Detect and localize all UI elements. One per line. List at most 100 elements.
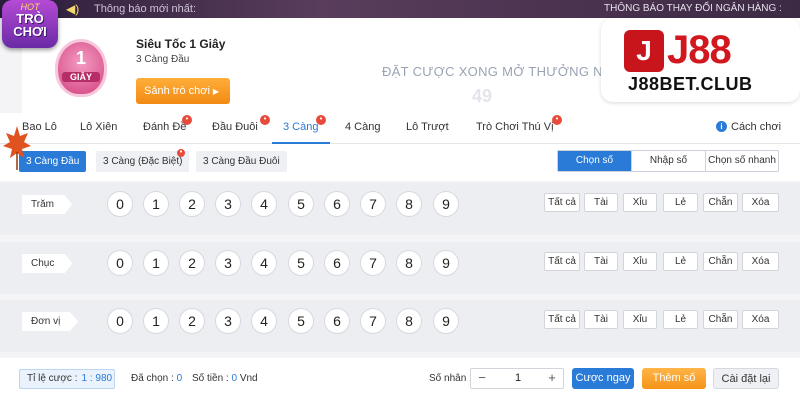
digit-ball-7[interactable]: 7 <box>360 250 386 276</box>
chosen-count: Đã chọn : 0 <box>131 373 183 384</box>
input-mode-group: Chọn số Nhập số Chọn số nhanh <box>557 150 779 172</box>
digit-ball-1[interactable]: 1 <box>143 191 169 217</box>
quick-even-button[interactable]: Chẵn <box>703 310 738 329</box>
digit-ball-1[interactable]: 1 <box>143 250 169 276</box>
tab-dau-duoi[interactable]: Đầu Đuôi <box>212 121 258 133</box>
digit-ball-3[interactable]: 3 <box>215 250 241 276</box>
quick-odd-button[interactable]: Lẻ <box>663 252 698 271</box>
how-to-play-link[interactable]: i Cách chơi <box>716 121 781 133</box>
hot-badge-icon: • <box>552 115 562 125</box>
quick-big-button[interactable]: Tài <box>584 252 618 271</box>
subtab-3-cang-dau-duoi[interactable]: 3 Càng Đầu Đuôi <box>196 151 287 172</box>
digit-ball-2[interactable]: 2 <box>179 308 205 334</box>
quick-small-button[interactable]: Xỉu <box>623 252 657 271</box>
digit-ball-5[interactable]: 5 <box>288 308 314 334</box>
quick-even-button[interactable]: Chẵn <box>703 193 738 212</box>
digit-ball-9[interactable]: 9 <box>433 191 459 217</box>
row-label: Đơn vị <box>22 312 79 331</box>
speaker-icon: ◀) <box>66 2 80 16</box>
digit-ball-9[interactable]: 9 <box>433 250 459 276</box>
game-subtitle: 3 Càng Đầu <box>136 54 190 65</box>
tab-lo-truot[interactable]: Lô Trượt <box>406 121 449 133</box>
reset-button[interactable]: Cài đặt lại <box>713 368 779 389</box>
digit-ball-0[interactable]: 0 <box>107 191 133 217</box>
lobby-button[interactable]: Sảnh trò chơi ▶ <box>136 78 230 104</box>
quick-big-button[interactable]: Tài <box>584 193 618 212</box>
multiplier-label: Số nhân : <box>429 373 472 384</box>
multiplier-stepper: − 1 + <box>470 368 564 389</box>
digit-ball-3[interactable]: 3 <box>215 191 241 217</box>
total-amount: Số tiền : 0 Vnd <box>192 373 258 384</box>
mode-nhap-so[interactable]: Nhập số <box>632 151 706 171</box>
quick-all-button[interactable]: Tất cả <box>544 310 580 329</box>
quick-all-button[interactable]: Tất cả <box>544 252 580 271</box>
digit-ball-3[interactable]: 3 <box>215 308 241 334</box>
digit-ball-8[interactable]: 8 <box>396 250 422 276</box>
digit-ball-0[interactable]: 0 <box>107 250 133 276</box>
digit-ball-7[interactable]: 7 <box>360 191 386 217</box>
banner-number: 49 <box>472 86 493 106</box>
hot-games-logo[interactable]: HOT TRÒ CHƠI <box>2 0 58 48</box>
hot-badge-icon: • <box>316 115 326 125</box>
quick-even-button[interactable]: Chẵn <box>703 252 738 271</box>
bet-footer: Tỉ lệ cược :1 : 980 Đã chọn : 0 Số tiền … <box>0 358 800 400</box>
digit-ball-8[interactable]: 8 <box>396 308 422 334</box>
digit-ball-2[interactable]: 2 <box>179 191 205 217</box>
digit-ball-7[interactable]: 7 <box>360 308 386 334</box>
tab-4-cang[interactable]: 4 Càng <box>345 121 380 133</box>
bet-type-tabs: Bao Lô Lô Xiên Đánh Đề • Đầu Đuôi • 3 Cà… <box>0 113 800 144</box>
hot-badge-icon: • <box>177 149 185 157</box>
hot-badge-icon: • <box>182 115 192 125</box>
digit-ball-1[interactable]: 1 <box>143 308 169 334</box>
quick-odd-button[interactable]: Lẻ <box>663 310 698 329</box>
mode-chon-so[interactable]: Chọn số <box>558 151 632 171</box>
digit-ball-0[interactable]: 0 <box>107 308 133 334</box>
quick-clear-button[interactable]: Xóa <box>742 193 779 212</box>
row-label: Trăm <box>22 195 72 214</box>
quick-odd-button[interactable]: Lẻ <box>663 193 698 212</box>
digit-ball-5[interactable]: 5 <box>288 191 314 217</box>
digit-ball-4[interactable]: 4 <box>251 250 277 276</box>
mode-chon-so-nhanh[interactable]: Chọn số nhanh <box>706 151 778 171</box>
quick-big-button[interactable]: Tài <box>584 310 618 329</box>
row-label: Chục <box>22 254 73 273</box>
quick-all-button[interactable]: Tất cả <box>544 193 580 212</box>
digit-ball-4[interactable]: 4 <box>251 308 277 334</box>
quick-small-button[interactable]: Xỉu <box>623 310 657 329</box>
increment-button[interactable]: + <box>541 369 563 388</box>
tab-danh-de[interactable]: Đánh Đề <box>143 121 186 133</box>
notice-marquee[interactable]: THÔNG BÁO THAY ĐỔI NGÂN HÀNG : Xi <box>604 3 800 14</box>
digit-ball-5[interactable]: 5 <box>288 250 314 276</box>
hot-badge-icon: • <box>260 115 270 125</box>
row-tens: Chục 0 1 2 3 4 5 6 7 8 9 Tất cả Tài Xỉu Lẻ Chẵn Xóa <box>0 242 800 294</box>
game-title: Siêu Tốc 1 Giây <box>136 37 226 51</box>
row-units: Đơn vị 0 1 2 3 4 5 6 7 8 9 Tất cả Tài Xỉu Lẻ Chẵn Xóa <box>0 300 800 352</box>
multiplier-input[interactable]: 1 <box>493 369 543 388</box>
digit-ball-6[interactable]: 6 <box>324 308 350 334</box>
digit-ball-9[interactable]: 9 <box>433 308 459 334</box>
game-badge: 1 GIÂY <box>58 42 104 94</box>
tab-lo-xien[interactable]: Lô Xiên <box>80 121 117 133</box>
play-arrow-icon: ▶ <box>212 87 220 96</box>
decrement-button[interactable]: − <box>471 369 493 388</box>
odds-box: Tỉ lệ cược :1 : 980 <box>19 369 115 389</box>
bet-now-button[interactable]: Cược ngay <box>572 368 634 389</box>
quick-clear-button[interactable]: Xóa <box>742 310 779 329</box>
tab-tro-choi-thu-vi[interactable]: Trò Chơi Thú Vị <box>476 121 554 133</box>
subtab-3-cang-dac-biet[interactable]: 3 Càng (Đặc Biệt) <box>96 151 190 172</box>
digit-ball-6[interactable]: 6 <box>324 250 350 276</box>
row-hundreds: Trăm 0 1 2 3 4 5 6 7 8 9 Tất cả Tài Xỉu Lẻ Chẵn Xóa <box>0 183 800 235</box>
sub-bet-bar: 3 Càng Đầu 3 Càng (Đặc Biệt) • 3 Càng Đầ… <box>0 144 800 181</box>
quick-small-button[interactable]: Xỉu <box>623 193 657 212</box>
digit-ball-6[interactable]: 6 <box>324 191 350 217</box>
digit-ball-4[interactable]: 4 <box>251 191 277 217</box>
tab-3-cang[interactable]: 3 Càng <box>283 121 318 133</box>
info-icon: i <box>716 121 727 132</box>
notice-bar: ◀) Thông báo mới nhất: THÔNG BÁO THAY ĐỔ… <box>0 0 800 18</box>
add-number-button[interactable]: Thêm số <box>642 368 706 389</box>
digit-ball-8[interactable]: 8 <box>396 191 422 217</box>
digit-ball-2[interactable]: 2 <box>179 250 205 276</box>
maple-leaf-icon <box>3 126 31 170</box>
quick-clear-button[interactable]: Xóa <box>742 252 779 271</box>
brand-logo: J J88 J88BET.CLUB <box>601 18 800 102</box>
